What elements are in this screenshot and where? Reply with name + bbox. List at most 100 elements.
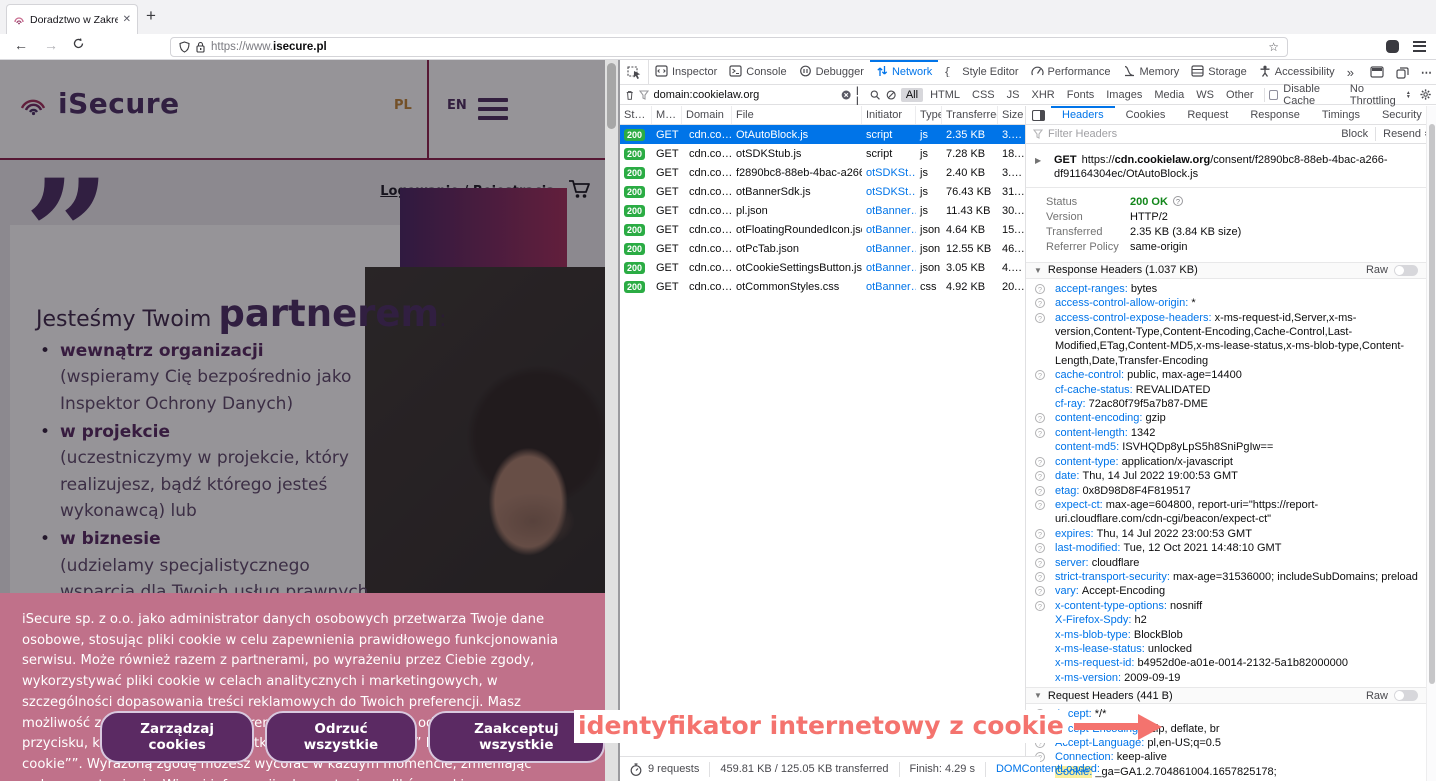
column-header-3[interactable]: Domain: [682, 106, 732, 124]
block-button[interactable]: Block: [1341, 128, 1368, 140]
header-row[interactable]: ?cache-control: public, max-age=14400: [1026, 368, 1426, 382]
type-filter-js[interactable]: JS: [1002, 88, 1025, 102]
request-headers-section[interactable]: ▼ Request Headers (441 B) Raw: [1026, 687, 1426, 704]
type-filter-css[interactable]: CSS: [967, 88, 1000, 102]
header-row[interactable]: ?expect-ct: max-age=604800, report-uri="…: [1026, 498, 1426, 527]
details-tab-timings[interactable]: Timings: [1311, 106, 1371, 124]
header-row[interactable]: ?x-content-type-options: nosniff: [1026, 599, 1426, 613]
initiator-cell[interactable]: otBanner…: [862, 243, 916, 255]
details-tab-cookies[interactable]: Cookies: [1115, 106, 1177, 124]
more-tools-chevron[interactable]: »: [1341, 60, 1360, 84]
help-icon[interactable]: ?: [1035, 500, 1045, 510]
network-request-row[interactable]: 200GETcdn.co…pl.jsonotBanner…js11.43 KB3…: [620, 201, 1025, 220]
header-row[interactable]: x-ms-blob-type: BlockBlob: [1026, 628, 1426, 642]
network-request-row[interactable]: 200GETcdn.co…otSDKStub.jsscriptjs7.28 KB…: [620, 144, 1025, 163]
responsive-design-icon[interactable]: [1370, 66, 1384, 78]
network-request-row[interactable]: 200GETcdn.co…otCookieSettingsButton.json…: [620, 258, 1025, 277]
tool-tab-style-editor[interactable]: { }Style Editor: [938, 60, 1024, 84]
network-request-row[interactable]: 200GETcdn.co…OtAutoBlock.jsscriptjs2.35 …: [620, 125, 1025, 144]
network-request-row[interactable]: 200GETcdn.co…f2890bc8-88eb-4bac-a266-df9…: [620, 163, 1025, 182]
type-filter-images[interactable]: Images: [1101, 88, 1147, 102]
tracking-shield-icon[interactable]: [179, 41, 190, 53]
header-row[interactable]: ?content-encoding: gzip: [1026, 411, 1426, 425]
help-icon[interactable]: ?: [1035, 572, 1045, 582]
network-request-row[interactable]: 200GETcdn.co…otFloatingRoundedIcon.jsono…: [620, 220, 1025, 239]
type-filter-xhr[interactable]: XHR: [1027, 88, 1060, 102]
disable-cache-label[interactable]: Disable Cache: [1283, 83, 1345, 107]
sidebar-toggle-icon[interactable]: [1026, 106, 1051, 124]
initiator-cell[interactable]: otSDKSt…: [862, 167, 916, 179]
help-icon[interactable]: ?: [1035, 471, 1045, 481]
header-row[interactable]: ?access-control-allow-origin: *: [1026, 296, 1426, 310]
type-filter-all[interactable]: All: [901, 88, 923, 102]
network-request-row[interactable]: 200GETcdn.co…otPcTab.jsonotBanner…json12…: [620, 239, 1025, 258]
network-request-row[interactable]: 200GETcdn.co…otCommonStyles.cssotBanner……: [620, 277, 1025, 296]
reload-button[interactable]: [72, 37, 85, 53]
page-scrollbar[interactable]: [605, 60, 618, 781]
details-tab-security[interactable]: Security: [1371, 106, 1433, 124]
help-icon[interactable]: ?: [1173, 196, 1183, 206]
tool-tab-performance[interactable]: Performance: [1025, 60, 1117, 84]
type-filter-media[interactable]: Media: [1149, 88, 1189, 102]
tool-tab-storage[interactable]: Storage: [1185, 60, 1253, 84]
back-button[interactable]: ←: [14, 37, 28, 53]
header-row[interactable]: content-md5: ISVHQDp8yLpS5h8SniPgIw==: [1026, 440, 1426, 454]
response-headers-section[interactable]: ▼ Response Headers (1.037 KB) Raw: [1026, 262, 1426, 279]
initiator-cell[interactable]: otBanner…: [862, 262, 916, 274]
help-icon[interactable]: ?: [1035, 486, 1045, 496]
initiator-cell[interactable]: otSDKSt…: [862, 186, 916, 198]
help-icon[interactable]: ?: [1035, 370, 1045, 380]
header-row[interactable]: ?accept-ranges: bytes: [1026, 282, 1426, 296]
manage-cookies-button[interactable]: Zarządzaj cookies: [100, 711, 254, 763]
header-row[interactable]: ?content-type: application/x-javascript: [1026, 455, 1426, 469]
header-row[interactable]: ?last-modified: Tue, 12 Oct 2021 14:48:1…: [1026, 541, 1426, 555]
header-row[interactable]: ?server: cloudflare: [1026, 556, 1426, 570]
raw-toggle[interactable]: [1394, 265, 1418, 276]
help-icon[interactable]: ?: [1035, 313, 1045, 323]
tool-tab-memory[interactable]: Memory: [1117, 60, 1186, 84]
help-icon[interactable]: ?: [1035, 284, 1045, 294]
tool-tab-inspector[interactable]: Inspector: [649, 60, 723, 84]
iframe-picker-icon[interactable]: [1396, 66, 1409, 79]
header-row[interactable]: ?expires: Thu, 14 Jul 2022 23:00:53 GMT: [1026, 527, 1426, 541]
help-icon[interactable]: ?: [1035, 601, 1045, 611]
header-row[interactable]: x-ms-version: 2009-09-19: [1026, 671, 1426, 685]
block-request-icon[interactable]: [886, 89, 896, 101]
initiator-cell[interactable]: otBanner…: [862, 205, 916, 217]
header-row[interactable]: ?vary: Accept-Encoding: [1026, 584, 1426, 598]
details-tab-request[interactable]: Request: [1176, 106, 1239, 124]
header-row[interactable]: ?strict-transport-security: max-age=3153…: [1026, 570, 1426, 584]
throttling-select[interactable]: No Throttling▲▼: [1350, 83, 1411, 107]
clear-filter-icon[interactable]: [841, 89, 851, 101]
header-row[interactable]: x-ms-request-id: b4952d0e-a01e-0014-2132…: [1026, 656, 1426, 670]
help-icon[interactable]: ?: [1035, 586, 1045, 596]
help-icon[interactable]: ?: [1035, 428, 1045, 438]
app-menu-icon[interactable]: [1413, 38, 1426, 54]
type-filter-fonts[interactable]: Fonts: [1062, 88, 1100, 102]
header-row[interactable]: X-Firefox-Spdy: h2: [1026, 613, 1426, 627]
pause-traffic-icon[interactable]: | |: [856, 85, 865, 105]
help-icon[interactable]: ?: [1035, 558, 1045, 568]
details-tab-response[interactable]: Response: [1239, 106, 1311, 124]
bookmark-star-icon[interactable]: ☆: [1268, 40, 1279, 54]
column-header-5[interactable]: Initiator: [862, 106, 916, 124]
initiator-cell[interactable]: otBanner…: [862, 281, 916, 293]
type-filter-other[interactable]: Other: [1221, 88, 1259, 102]
help-icon[interactable]: ?: [1035, 457, 1045, 467]
expander-icon[interactable]: ▶: [1035, 154, 1041, 168]
initiator-cell[interactable]: otBanner…: [862, 224, 916, 236]
network-request-row[interactable]: 200GETcdn.co…otBannerSdk.jsotSDKSt…js76.…: [620, 182, 1025, 201]
header-row[interactable]: x-ms-lease-status: unlocked: [1026, 642, 1426, 656]
clear-requests-icon[interactable]: [625, 89, 634, 101]
browser-tab[interactable]: Doradztwo w Zakresie Ochrony Dany ✕: [6, 4, 138, 34]
raw-toggle[interactable]: [1394, 690, 1418, 701]
url-filter-input[interactable]: domain:cookielaw.org: [639, 89, 835, 101]
tab-close-icon[interactable]: ✕: [123, 14, 131, 25]
page-scrollbar-thumb[interactable]: [607, 63, 616, 129]
header-row[interactable]: ?access-control-expose-headers: x-ms-req…: [1026, 311, 1426, 369]
devtools-scrollbar-thumb[interactable]: [1429, 124, 1435, 684]
column-header-2[interactable]: M…: [652, 106, 682, 124]
tool-tab-accessibility[interactable]: Accessibility: [1253, 60, 1341, 84]
network-settings-gear-icon[interactable]: [1420, 88, 1431, 101]
help-icon[interactable]: ?: [1035, 529, 1045, 539]
